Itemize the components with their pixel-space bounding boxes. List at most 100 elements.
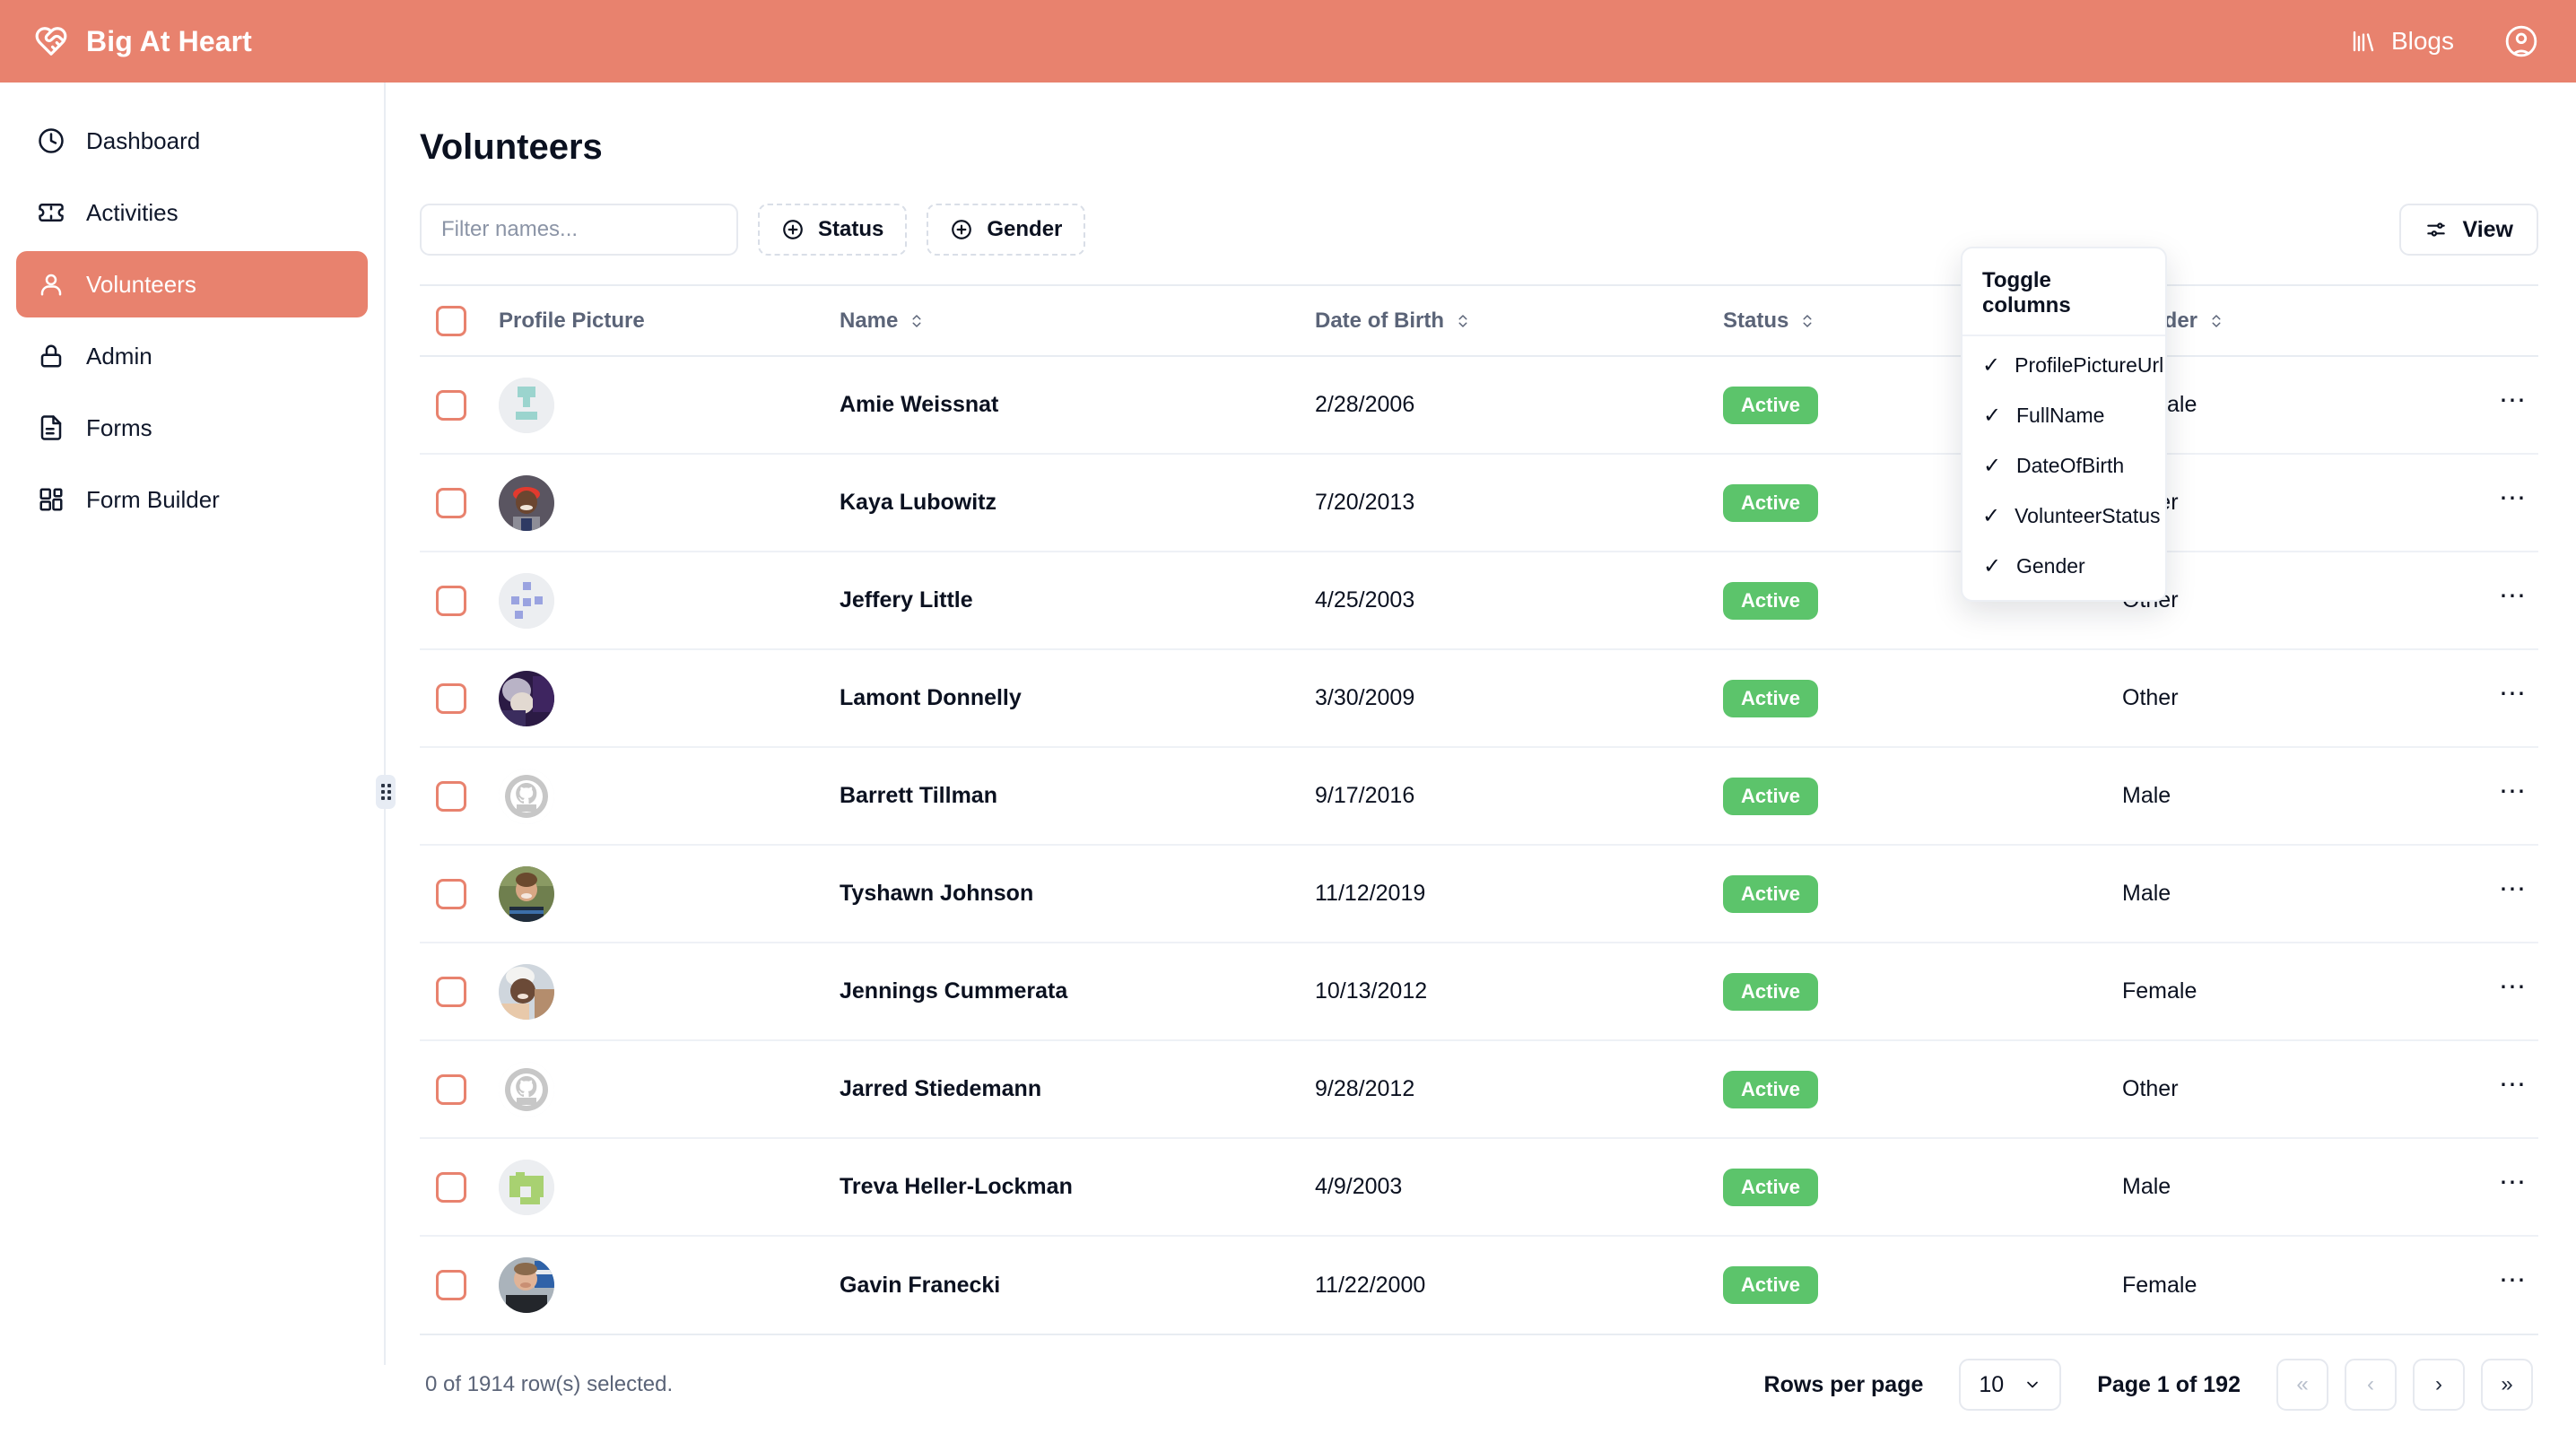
avatar [499, 1257, 554, 1313]
profile-picture-cell [499, 356, 840, 455]
ellipsis-icon[interactable]: ⋯ [2488, 478, 2538, 528]
ellipsis-icon[interactable]: ⋯ [2488, 674, 2538, 724]
row-checkbox[interactable] [436, 1171, 466, 1203]
toggle-column-item[interactable]: ✓ VolunteerStatus [1962, 494, 2165, 537]
first-page-button[interactable]: « [2276, 1359, 2328, 1411]
row-checkbox[interactable] [436, 780, 466, 812]
row-checkbox[interactable] [436, 976, 466, 1007]
row-checkbox[interactable] [436, 585, 466, 616]
row-actions-cell: ⋯ [2463, 943, 2538, 1041]
row-actions-cell: ⋯ [2463, 454, 2538, 552]
filter-names-input[interactable] [420, 204, 738, 256]
row-actions-cell: ⋯ [2463, 747, 2538, 846]
next-page-button[interactable]: › [2413, 1359, 2465, 1411]
profile-picture-cell [499, 454, 840, 552]
ellipsis-icon[interactable]: ⋯ [2488, 380, 2538, 430]
volunteer-name-cell: Jeffery Little [840, 552, 1315, 650]
table-row[interactable]: Tyshawn Johnson 11/12/2019 Active Male ⋯ [420, 845, 2538, 943]
rows-per-page-select[interactable]: 10 [1959, 1359, 2062, 1411]
heart-handshake-icon [34, 24, 68, 58]
volunteers-table: Profile Picture Name Date of Birth Statu… [420, 284, 2538, 1335]
ellipsis-icon[interactable]: ⋯ [2488, 967, 2538, 1017]
toggle-column-item[interactable]: ✓ ProfilePictureUrl [1962, 343, 2165, 387]
row-select-cell [420, 454, 499, 552]
rows-per-page-value: 10 [1979, 1371, 2005, 1397]
filter-status-button[interactable]: Status [758, 204, 908, 256]
sidebar-item-form-builder[interactable]: Form Builder [16, 466, 368, 533]
sidebar-item-admin[interactable]: Admin [16, 323, 368, 389]
sidebar-item-label: Form Builder [86, 485, 220, 513]
row-checkbox[interactable] [436, 1270, 466, 1300]
row-select-cell [420, 845, 499, 943]
status-cell: Active [1723, 845, 2122, 943]
date-of-birth-cell: 4/25/2003 [1315, 552, 1723, 650]
status-badge: Active [1723, 581, 1819, 620]
row-checkbox[interactable] [436, 389, 466, 421]
table-row[interactable]: Jennings Cummerata 10/13/2012 Active Fem… [420, 943, 2538, 1041]
volunteer-name-cell: Kaya Lubowitz [840, 454, 1315, 552]
row-select-cell [420, 649, 499, 748]
status-cell: Active [1723, 943, 2122, 1041]
ellipsis-icon[interactable]: ⋯ [2488, 576, 2538, 626]
blogs-label: Blogs [2390, 27, 2454, 55]
row-checkbox[interactable] [436, 682, 466, 714]
pagination-controls: Rows per page 10 Page 1 of 192 « ‹ › » [1764, 1359, 2533, 1411]
ellipsis-icon[interactable]: ⋯ [2488, 869, 2538, 919]
ticket-icon [38, 199, 65, 226]
ellipsis-icon[interactable]: ⋯ [2488, 1162, 2538, 1212]
user-circle-icon[interactable] [2504, 24, 2538, 58]
status-badge: Active [1723, 386, 1819, 424]
volunteer-name-cell: Gavin Franecki [840, 1272, 1001, 1298]
top-bar: Big At Heart Blogs [0, 0, 2576, 83]
ellipsis-icon[interactable]: ⋯ [2488, 1065, 2538, 1115]
chevron-up-down-icon [2208, 313, 2224, 329]
sidebar-resize-handle[interactable] [376, 775, 396, 809]
main-content: Volunteers Status Gender View [387, 83, 2576, 1411]
last-page-button[interactable]: » [2481, 1359, 2533, 1411]
sidebar-item-label: Forms [86, 413, 152, 441]
ellipsis-icon[interactable]: ⋯ [2488, 1260, 2538, 1310]
view-label: View [2462, 216, 2513, 242]
table-row[interactable]: Jeffery Little 4/25/2003 Active Other ⋯ [420, 552, 2538, 650]
status-badge: Active [1723, 972, 1819, 1011]
blogs-link[interactable]: Blogs [2350, 27, 2454, 56]
status-badge: Active [1723, 1070, 1819, 1108]
library-books-icon [2350, 28, 2377, 55]
status-badge: Active [1723, 679, 1819, 717]
view-button[interactable]: View [2399, 204, 2538, 256]
check-icon: ✓ [1982, 403, 2002, 428]
table-row[interactable]: Amie Weissnat 2/28/2006 Active Female ⋯ [420, 356, 2538, 455]
check-icon: ✓ [1982, 553, 2002, 578]
status-badge: Active [1723, 1266, 1819, 1304]
filter-gender-button[interactable]: Gender [927, 204, 1086, 256]
sidebar-item-activities[interactable]: Activities [16, 179, 368, 246]
column-header-name[interactable]: Name [840, 286, 1315, 357]
toggle-column-item[interactable]: ✓ DateOfBirth [1962, 444, 2165, 487]
toggle-column-label: Gender [2016, 553, 2085, 578]
toggle-column-item[interactable]: ✓ Gender [1962, 544, 2165, 587]
row-checkbox[interactable] [436, 878, 466, 909]
status-cell: Active [1723, 1138, 2122, 1237]
date-of-birth-cell: 9/28/2012 [1315, 1040, 1723, 1139]
sidebar-item-dashboard[interactable]: Dashboard [16, 108, 368, 174]
sidebar-item-forms[interactable]: Forms [16, 395, 368, 461]
table-row[interactable]: Lamont Donnelly 3/30/2009 Active Other ⋯ [420, 649, 2538, 748]
table-row[interactable]: Treva Heller-Lockman 4/9/2003 Active Mal… [420, 1138, 2538, 1237]
column-header-date-of-birth[interactable]: Date of Birth [1315, 286, 1723, 357]
table-row[interactable]: Gavin Franecki 11/22/2000 Active Female … [420, 1236, 2538, 1334]
row-checkbox[interactable] [436, 1073, 466, 1105]
toggle-column-item[interactable]: ✓ FullName [1962, 394, 2165, 437]
table-row[interactable]: Kaya Lubowitz 7/20/2013 Active Other ⋯ [420, 454, 2538, 552]
profile-picture-cell [499, 1040, 840, 1139]
row-checkbox[interactable] [436, 487, 466, 518]
column-header-gender[interactable]: Gender [2122, 286, 2463, 357]
table-row[interactable]: Barrett Tillman 9/17/2016 Active Male ⋯ [420, 747, 2538, 846]
sidebar-item-label: Activities [86, 198, 178, 226]
ellipsis-icon[interactable]: ⋯ [2488, 771, 2538, 821]
table-row[interactable]: Jarred Stiedemann 9/28/2012 Active Other… [420, 1040, 2538, 1139]
brand[interactable]: Big At Heart [34, 24, 252, 58]
prev-page-button[interactable]: ‹ [2345, 1359, 2397, 1411]
select-all-checkbox[interactable] [436, 305, 466, 336]
status-badge: Active [1723, 483, 1819, 522]
sidebar-item-volunteers[interactable]: Volunteers [16, 251, 368, 317]
